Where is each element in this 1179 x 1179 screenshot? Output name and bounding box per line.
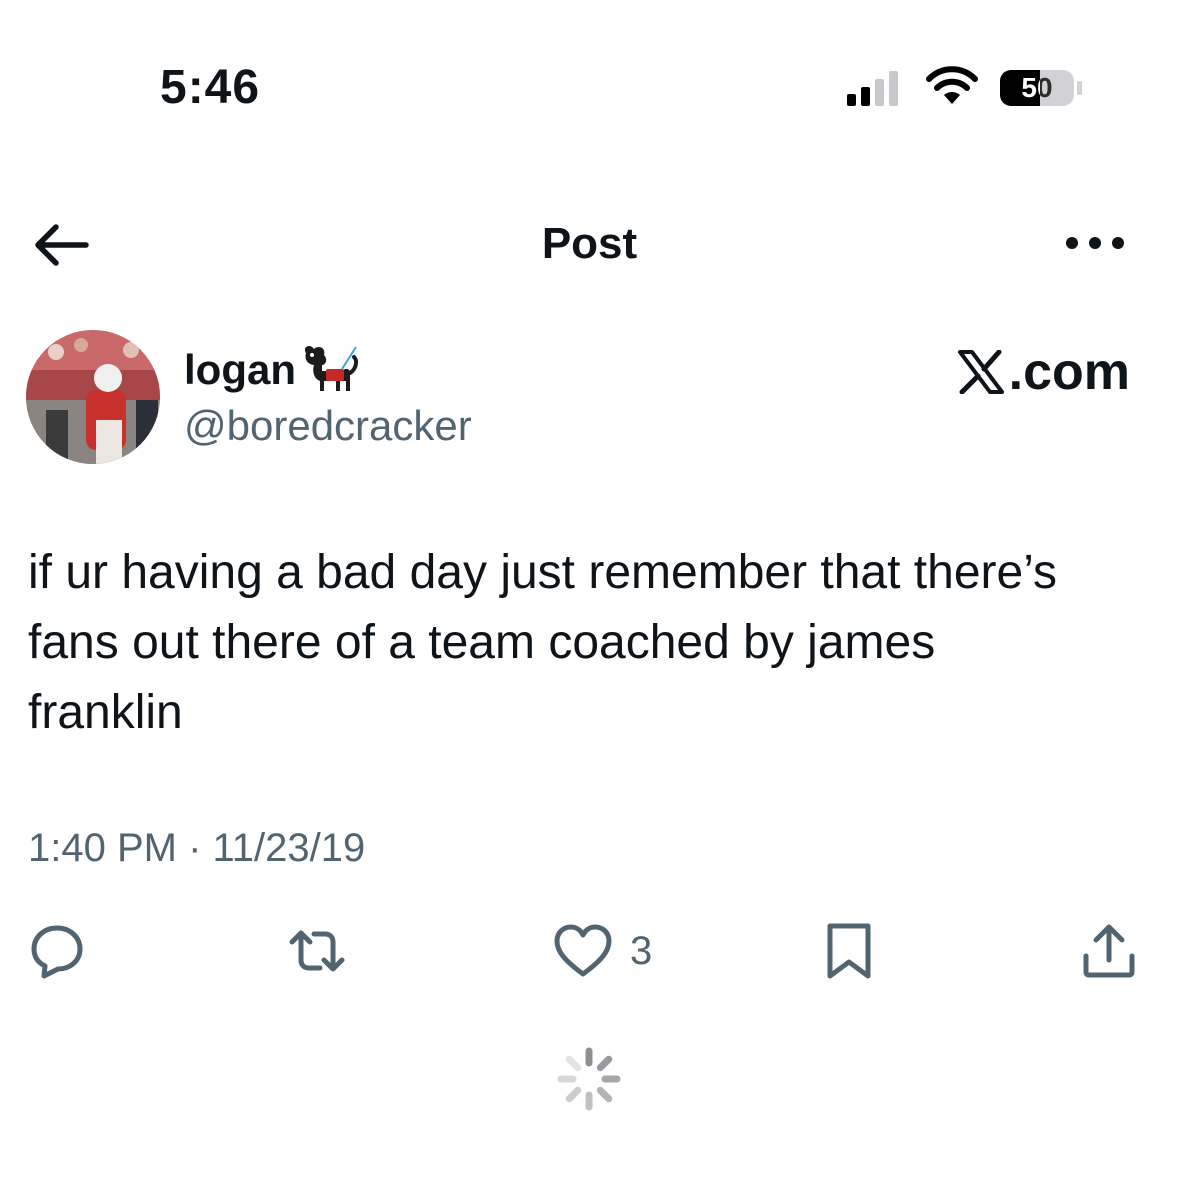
x-logo-icon bbox=[957, 350, 1004, 394]
like-button[interactable]: 3 bbox=[552, 918, 652, 984]
battery-icon: 50 bbox=[998, 68, 1084, 108]
display-name: logan bbox=[184, 346, 296, 393]
share-button[interactable] bbox=[1078, 918, 1140, 984]
tweet-text: if ur having a bad day just remember tha… bbox=[28, 546, 1057, 739]
avatar-photo bbox=[26, 330, 160, 464]
more-dots-icon[interactable] bbox=[1062, 230, 1128, 256]
bookmark-icon bbox=[827, 923, 871, 979]
reply-bubble-icon bbox=[31, 925, 83, 979]
battery-level: 50 bbox=[1021, 72, 1053, 103]
status-time: 5:46 bbox=[160, 61, 261, 114]
display-name-row[interactable]: logan bbox=[184, 338, 360, 402]
like-count: 3 bbox=[630, 929, 653, 973]
x-com-watermark: .com bbox=[930, 340, 1130, 404]
wifi-icon bbox=[926, 66, 978, 104]
page-title: Post bbox=[541, 219, 638, 268]
service-dog-emoji-icon bbox=[304, 346, 359, 391]
x-com-text: .com bbox=[1008, 343, 1130, 401]
tweet-timestamp[interactable]: 1:40 PM · 11/23/19 bbox=[28, 820, 365, 876]
cellular-signal-icon bbox=[847, 71, 898, 106]
heart-icon bbox=[554, 924, 612, 977]
retweet-button[interactable] bbox=[286, 918, 348, 984]
reply-button[interactable] bbox=[26, 918, 88, 984]
retweet-icon bbox=[289, 930, 345, 972]
author-handle[interactable]: @boredcracker bbox=[184, 398, 472, 454]
bookmark-button[interactable] bbox=[818, 918, 880, 984]
avatar[interactable] bbox=[26, 330, 160, 464]
share-icon bbox=[1083, 924, 1135, 978]
loading-spinner-icon bbox=[557, 1047, 621, 1111]
